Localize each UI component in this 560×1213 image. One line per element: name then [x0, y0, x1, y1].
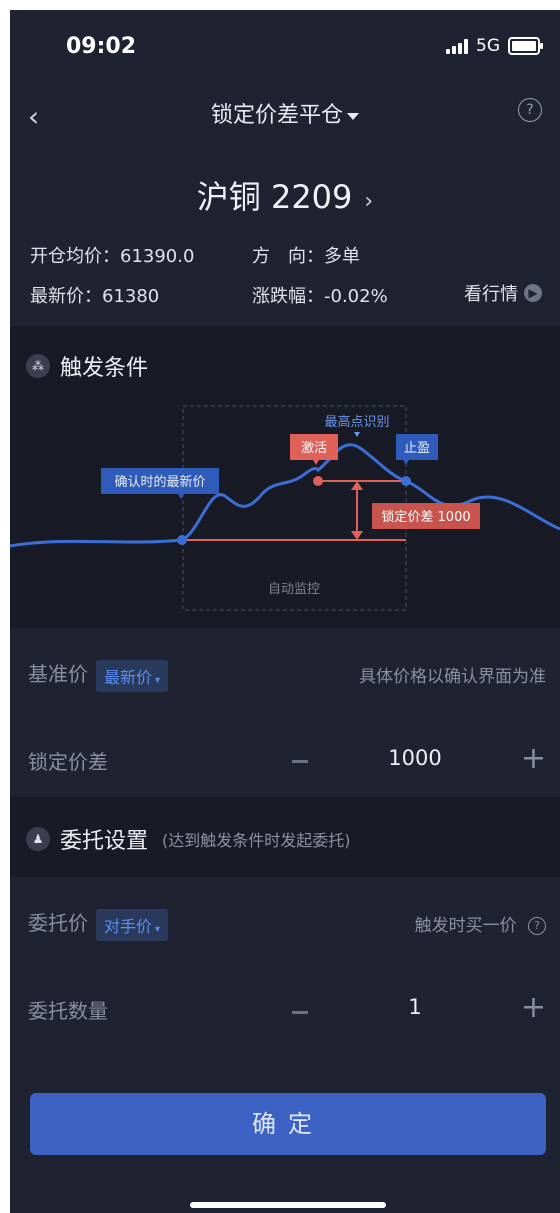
order-icon: ♟ — [26, 827, 50, 851]
battery-icon — [508, 37, 543, 55]
change-label: 涨跌幅： — [252, 286, 324, 307]
app-screen: 09:02 5G ‹ 锁定价差平仓 ? 沪铜 2209 › 开仓均价：61390.… — [10, 10, 560, 1213]
caret-down-icon — [347, 112, 359, 120]
base-price-option: 最新价 — [104, 667, 153, 687]
order-section-header: ♟ 委托设置 (达到触发条件时发起委托) — [10, 797, 560, 877]
latest-price-tag: 确认时的最新价 — [114, 474, 205, 490]
order-price-hint: 触发时买一价 — [414, 916, 517, 936]
price-curve — [10, 443, 560, 548]
trigger-title: 触发条件 — [60, 356, 149, 381]
chevron-down-icon: ▾ — [155, 674, 161, 686]
open-avg-label: 开仓均价： — [30, 246, 120, 267]
lock-spread-row: 锁定价差 1000 + — [10, 718, 560, 797]
change-value: -0.02% — [324, 286, 388, 307]
page-title: 锁定价差平仓 — [210, 103, 343, 128]
signal-icon — [446, 38, 468, 54]
base-price-hint: 具体价格以确认界面为准 — [359, 667, 546, 687]
order-qty-value[interactable]: 1 — [310, 995, 520, 1019]
order-price-hint-wrap: 触发时买一价 ? — [415, 911, 546, 936]
direction-value: 多单 — [324, 246, 360, 267]
minus-icon[interactable] — [292, 760, 308, 763]
page-title-dropdown[interactable]: 锁定价差平仓 — [10, 97, 560, 129]
status-indicators: 5G — [446, 36, 543, 56]
activate-dot — [313, 476, 323, 486]
order-price-option: 对手价 — [104, 916, 153, 936]
chevron-right-icon: › — [364, 189, 374, 214]
plus-icon[interactable]: + — [521, 993, 546, 1023]
contract-selector[interactable]: 沪铜 2209 › — [10, 172, 560, 218]
order-price-label: 委托价 — [28, 911, 88, 935]
base-price-row: 基准价 最新价 ▾ 具体价格以确认界面为准 — [10, 628, 560, 718]
arrow-right-icon: ▶ — [524, 284, 542, 302]
lock-spread-label: 锁定价差 — [28, 750, 108, 774]
confirm-button[interactable]: 确定 — [30, 1093, 546, 1155]
help-icon[interactable]: ? — [518, 98, 542, 122]
latest-price-dot — [177, 535, 187, 545]
peak-label: 最高点识别 — [324, 414, 389, 430]
view-market-link[interactable]: 看行情 ▶ — [464, 280, 542, 306]
home-indicator[interactable] — [190, 1202, 386, 1208]
base-price-label: 基准价 — [28, 662, 88, 686]
order-qty-label: 委托数量 — [28, 999, 108, 1023]
auto-monitor-label: 自动监控 — [268, 582, 320, 597]
order-qty-row: 委托数量 1 + — [10, 967, 560, 1057]
base-price-field: 基准价 最新价 ▾ — [28, 658, 169, 692]
take-profit-tag: 止盈 — [404, 441, 430, 456]
status-time: 09:02 — [66, 34, 137, 59]
lock-spread-tag: 锁定价差 1000 — [381, 509, 470, 525]
arrow-down-icon — [351, 531, 363, 540]
lock-spread-value[interactable]: 1000 — [310, 746, 520, 770]
trigger-header: ⁂ 触发条件 — [26, 350, 148, 382]
trigger-icon: ⁂ — [26, 354, 50, 378]
trigger-section: ⁂ 触发条件 确认时的最新价 最高点识别 激活 止盈 锁定价差 1000 自动监… — [10, 326, 560, 628]
contract-name: 沪铜 2209 — [196, 178, 353, 216]
info-row-latest: 最新价：61380 涨跌幅：-0.02% — [30, 282, 388, 308]
latest-label: 最新价： — [30, 286, 102, 307]
order-price-field: 委托价 对手价 ▾ — [28, 907, 169, 941]
chevron-down-icon: ▾ — [155, 923, 161, 935]
base-price-select[interactable]: 最新价 ▾ — [96, 659, 169, 692]
activate-tag: 激活 — [301, 441, 327, 456]
view-market-label: 看行情 — [464, 284, 518, 305]
order-subtitle: (达到触发条件时发起委托) — [162, 831, 351, 850]
minus-icon[interactable] — [292, 1011, 308, 1014]
network-type: 5G — [476, 36, 500, 56]
plus-icon[interactable]: + — [521, 744, 546, 774]
latest-value: 61380 — [102, 286, 160, 307]
order-price-select[interactable]: 对手价 ▾ — [96, 908, 169, 941]
open-avg-value: 61390.0 — [120, 246, 195, 267]
take-profit-dot — [401, 476, 411, 486]
order-title: 委托设置 — [60, 829, 149, 854]
info-row-open: 开仓均价：61390.0 方 向：多单 — [30, 242, 360, 268]
arrow-up-icon — [351, 481, 363, 490]
direction-label: 方 向： — [252, 246, 324, 267]
order-price-row: 委托价 对手价 ▾ 触发时买一价 ? — [10, 877, 560, 967]
help-circle-icon[interactable]: ? — [528, 917, 546, 935]
trigger-diagram: 确认时的最新价 最高点识别 激活 止盈 锁定价差 1000 自动监控 — [10, 405, 560, 611]
